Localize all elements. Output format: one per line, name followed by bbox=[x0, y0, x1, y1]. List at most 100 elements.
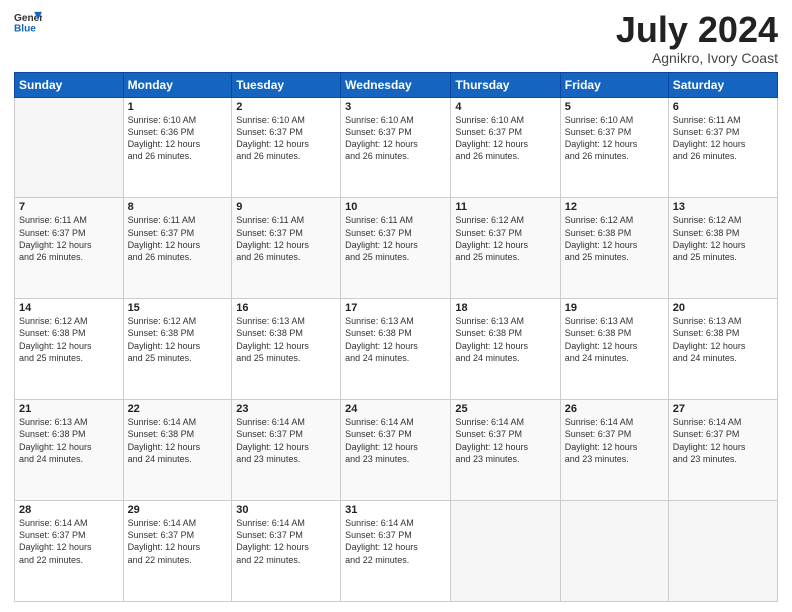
day-number: 14 bbox=[19, 302, 119, 314]
calendar-cell: 14Sunrise: 6:12 AM Sunset: 6:38 PM Dayli… bbox=[15, 299, 124, 400]
day-number: 20 bbox=[673, 302, 773, 314]
calendar-cell: 5Sunrise: 6:10 AM Sunset: 6:37 PM Daylig… bbox=[560, 97, 668, 198]
calendar-week-1: 7Sunrise: 6:11 AM Sunset: 6:37 PM Daylig… bbox=[15, 198, 778, 299]
day-info: Sunrise: 6:10 AM Sunset: 6:37 PM Dayligh… bbox=[565, 114, 664, 163]
day-number: 7 bbox=[19, 201, 119, 213]
day-number: 8 bbox=[128, 201, 228, 213]
day-info: Sunrise: 6:14 AM Sunset: 6:38 PM Dayligh… bbox=[128, 416, 228, 465]
day-info: Sunrise: 6:14 AM Sunset: 6:37 PM Dayligh… bbox=[673, 416, 773, 465]
title-block: July 2024 Agnikro, Ivory Coast bbox=[616, 10, 778, 66]
calendar-cell: 31Sunrise: 6:14 AM Sunset: 6:37 PM Dayli… bbox=[341, 501, 451, 602]
day-info: Sunrise: 6:14 AM Sunset: 6:37 PM Dayligh… bbox=[236, 416, 336, 465]
col-thursday: Thursday bbox=[451, 72, 560, 97]
day-info: Sunrise: 6:10 AM Sunset: 6:37 PM Dayligh… bbox=[236, 114, 336, 163]
day-info: Sunrise: 6:11 AM Sunset: 6:37 PM Dayligh… bbox=[19, 214, 119, 263]
calendar-cell: 24Sunrise: 6:14 AM Sunset: 6:37 PM Dayli… bbox=[341, 400, 451, 501]
calendar-cell: 23Sunrise: 6:14 AM Sunset: 6:37 PM Dayli… bbox=[232, 400, 341, 501]
calendar-cell: 21Sunrise: 6:13 AM Sunset: 6:38 PM Dayli… bbox=[15, 400, 124, 501]
calendar-cell: 27Sunrise: 6:14 AM Sunset: 6:37 PM Dayli… bbox=[668, 400, 777, 501]
day-number: 9 bbox=[236, 201, 336, 213]
calendar-cell: 8Sunrise: 6:11 AM Sunset: 6:37 PM Daylig… bbox=[123, 198, 232, 299]
day-number: 18 bbox=[455, 302, 555, 314]
day-info: Sunrise: 6:12 AM Sunset: 6:37 PM Dayligh… bbox=[455, 214, 555, 263]
day-number: 12 bbox=[565, 201, 664, 213]
day-number: 16 bbox=[236, 302, 336, 314]
col-tuesday: Tuesday bbox=[232, 72, 341, 97]
calendar-cell: 19Sunrise: 6:13 AM Sunset: 6:38 PM Dayli… bbox=[560, 299, 668, 400]
calendar-cell bbox=[451, 501, 560, 602]
day-info: Sunrise: 6:14 AM Sunset: 6:37 PM Dayligh… bbox=[345, 517, 446, 566]
day-number: 17 bbox=[345, 302, 446, 314]
calendar-cell: 10Sunrise: 6:11 AM Sunset: 6:37 PM Dayli… bbox=[341, 198, 451, 299]
logo: General Blue bbox=[14, 10, 42, 34]
calendar-cell: 6Sunrise: 6:11 AM Sunset: 6:37 PM Daylig… bbox=[668, 97, 777, 198]
page: General Blue July 2024 Agnikro, Ivory Co… bbox=[0, 0, 792, 612]
calendar-cell bbox=[560, 501, 668, 602]
day-number: 31 bbox=[345, 504, 446, 516]
calendar-week-4: 28Sunrise: 6:14 AM Sunset: 6:37 PM Dayli… bbox=[15, 501, 778, 602]
calendar-cell: 11Sunrise: 6:12 AM Sunset: 6:37 PM Dayli… bbox=[451, 198, 560, 299]
calendar-cell: 20Sunrise: 6:13 AM Sunset: 6:38 PM Dayli… bbox=[668, 299, 777, 400]
header-row: Sunday Monday Tuesday Wednesday Thursday… bbox=[15, 72, 778, 97]
calendar-cell: 30Sunrise: 6:14 AM Sunset: 6:37 PM Dayli… bbox=[232, 501, 341, 602]
day-info: Sunrise: 6:13 AM Sunset: 6:38 PM Dayligh… bbox=[565, 315, 664, 364]
day-number: 22 bbox=[128, 403, 228, 415]
day-info: Sunrise: 6:14 AM Sunset: 6:37 PM Dayligh… bbox=[236, 517, 336, 566]
day-info: Sunrise: 6:10 AM Sunset: 6:37 PM Dayligh… bbox=[345, 114, 446, 163]
calendar-cell bbox=[15, 97, 124, 198]
calendar-cell: 7Sunrise: 6:11 AM Sunset: 6:37 PM Daylig… bbox=[15, 198, 124, 299]
day-number: 23 bbox=[236, 403, 336, 415]
day-info: Sunrise: 6:12 AM Sunset: 6:38 PM Dayligh… bbox=[128, 315, 228, 364]
day-info: Sunrise: 6:13 AM Sunset: 6:38 PM Dayligh… bbox=[345, 315, 446, 364]
svg-text:Blue: Blue bbox=[14, 23, 36, 34]
day-info: Sunrise: 6:13 AM Sunset: 6:38 PM Dayligh… bbox=[673, 315, 773, 364]
day-info: Sunrise: 6:13 AM Sunset: 6:38 PM Dayligh… bbox=[455, 315, 555, 364]
calendar-cell: 1Sunrise: 6:10 AM Sunset: 6:36 PM Daylig… bbox=[123, 97, 232, 198]
day-info: Sunrise: 6:14 AM Sunset: 6:37 PM Dayligh… bbox=[128, 517, 228, 566]
day-number: 11 bbox=[455, 201, 555, 213]
day-info: Sunrise: 6:14 AM Sunset: 6:37 PM Dayligh… bbox=[19, 517, 119, 566]
day-info: Sunrise: 6:10 AM Sunset: 6:36 PM Dayligh… bbox=[128, 114, 228, 163]
day-number: 10 bbox=[345, 201, 446, 213]
col-friday: Friday bbox=[560, 72, 668, 97]
day-number: 13 bbox=[673, 201, 773, 213]
day-info: Sunrise: 6:14 AM Sunset: 6:37 PM Dayligh… bbox=[565, 416, 664, 465]
day-info: Sunrise: 6:12 AM Sunset: 6:38 PM Dayligh… bbox=[19, 315, 119, 364]
calendar-cell: 22Sunrise: 6:14 AM Sunset: 6:38 PM Dayli… bbox=[123, 400, 232, 501]
calendar-week-2: 14Sunrise: 6:12 AM Sunset: 6:38 PM Dayli… bbox=[15, 299, 778, 400]
day-info: Sunrise: 6:14 AM Sunset: 6:37 PM Dayligh… bbox=[455, 416, 555, 465]
day-number: 4 bbox=[455, 101, 555, 113]
calendar-cell: 17Sunrise: 6:13 AM Sunset: 6:38 PM Dayli… bbox=[341, 299, 451, 400]
calendar-cell: 26Sunrise: 6:14 AM Sunset: 6:37 PM Dayli… bbox=[560, 400, 668, 501]
day-number: 6 bbox=[673, 101, 773, 113]
calendar-cell: 2Sunrise: 6:10 AM Sunset: 6:37 PM Daylig… bbox=[232, 97, 341, 198]
calendar-week-0: 1Sunrise: 6:10 AM Sunset: 6:36 PM Daylig… bbox=[15, 97, 778, 198]
header: General Blue July 2024 Agnikro, Ivory Co… bbox=[14, 10, 778, 66]
day-number: 26 bbox=[565, 403, 664, 415]
day-number: 25 bbox=[455, 403, 555, 415]
day-number: 27 bbox=[673, 403, 773, 415]
day-number: 2 bbox=[236, 101, 336, 113]
location-subtitle: Agnikro, Ivory Coast bbox=[616, 50, 778, 66]
day-info: Sunrise: 6:14 AM Sunset: 6:37 PM Dayligh… bbox=[345, 416, 446, 465]
day-info: Sunrise: 6:10 AM Sunset: 6:37 PM Dayligh… bbox=[455, 114, 555, 163]
calendar-cell: 12Sunrise: 6:12 AM Sunset: 6:38 PM Dayli… bbox=[560, 198, 668, 299]
day-number: 21 bbox=[19, 403, 119, 415]
day-number: 30 bbox=[236, 504, 336, 516]
day-info: Sunrise: 6:13 AM Sunset: 6:38 PM Dayligh… bbox=[236, 315, 336, 364]
calendar-week-3: 21Sunrise: 6:13 AM Sunset: 6:38 PM Dayli… bbox=[15, 400, 778, 501]
logo-icon: General Blue bbox=[14, 10, 42, 34]
calendar-cell: 18Sunrise: 6:13 AM Sunset: 6:38 PM Dayli… bbox=[451, 299, 560, 400]
calendar-cell: 3Sunrise: 6:10 AM Sunset: 6:37 PM Daylig… bbox=[341, 97, 451, 198]
day-number: 5 bbox=[565, 101, 664, 113]
calendar-cell: 16Sunrise: 6:13 AM Sunset: 6:38 PM Dayli… bbox=[232, 299, 341, 400]
day-number: 28 bbox=[19, 504, 119, 516]
calendar-cell: 15Sunrise: 6:12 AM Sunset: 6:38 PM Dayli… bbox=[123, 299, 232, 400]
day-info: Sunrise: 6:11 AM Sunset: 6:37 PM Dayligh… bbox=[128, 214, 228, 263]
day-info: Sunrise: 6:11 AM Sunset: 6:37 PM Dayligh… bbox=[236, 214, 336, 263]
col-sunday: Sunday bbox=[15, 72, 124, 97]
day-info: Sunrise: 6:12 AM Sunset: 6:38 PM Dayligh… bbox=[673, 214, 773, 263]
day-info: Sunrise: 6:11 AM Sunset: 6:37 PM Dayligh… bbox=[345, 214, 446, 263]
day-number: 3 bbox=[345, 101, 446, 113]
calendar-cell: 4Sunrise: 6:10 AM Sunset: 6:37 PM Daylig… bbox=[451, 97, 560, 198]
